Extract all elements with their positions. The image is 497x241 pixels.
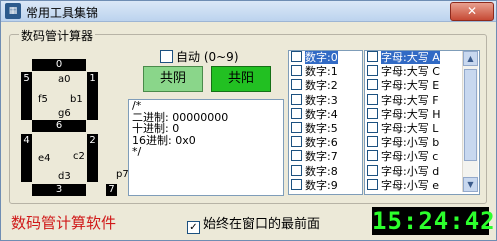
item-checkbox[interactable]	[291, 121, 302, 133]
item-checkbox[interactable]	[367, 136, 378, 148]
segment-a[interactable]: 0	[32, 59, 86, 71]
common-cathode-button[interactable]: 共阴	[143, 66, 203, 92]
item-checkbox[interactable]	[367, 150, 378, 162]
output-line: 十进制: 0	[132, 122, 180, 135]
segment-c-label: c2	[73, 151, 85, 162]
list-item[interactable]: 数字:6	[289, 136, 362, 150]
item-checkbox[interactable]	[291, 178, 302, 190]
item-checkbox[interactable]	[367, 79, 378, 91]
auto-checkbox[interactable]: 自动 (0~9)	[160, 48, 239, 65]
item-checkbox[interactable]	[291, 93, 302, 105]
item-checkbox[interactable]	[367, 107, 378, 119]
close-button[interactable]: ✕	[450, 2, 494, 21]
item-checkbox[interactable]	[291, 164, 302, 176]
segment-p-label: p7	[116, 169, 129, 180]
window-title: 常用工具集锦	[26, 6, 99, 20]
output-line: /*	[132, 99, 142, 112]
segment-c[interactable]: 2	[87, 134, 98, 182]
segment-b[interactable]: 1	[87, 72, 98, 120]
item-checkbox[interactable]	[291, 150, 302, 162]
item-checkbox[interactable]	[367, 51, 378, 62]
item-checkbox[interactable]	[291, 107, 302, 119]
item-checkbox[interactable]	[367, 93, 378, 105]
scroll-up-icon[interactable]: ▲	[463, 51, 478, 66]
segment-d[interactable]: 3	[32, 184, 86, 196]
common-anode-button[interactable]: 共阳	[211, 66, 271, 92]
list-item[interactable]: 数字:9	[289, 178, 362, 193]
segment-d-label: d3	[58, 171, 71, 182]
segment-f[interactable]: 5	[21, 72, 32, 120]
list-item[interactable]: 数字:2	[289, 79, 362, 93]
checkbox-box[interactable]	[160, 50, 173, 63]
main-window: ▦ 常用工具集锦 ✕ 数码管计算器 0 a0 5 f5 1 b1 6 g6 4 …	[0, 0, 497, 241]
item-checkbox[interactable]	[367, 121, 378, 133]
list-item[interactable]: 数字:3	[289, 93, 362, 108]
letters-scrollbar[interactable]: ▲ ▼	[462, 51, 478, 192]
list-item[interactable]: 数字:5	[289, 121, 362, 136]
output-line: */	[132, 145, 142, 158]
item-checkbox[interactable]	[291, 136, 302, 148]
segment-g[interactable]: 6	[32, 120, 86, 132]
always-on-top-label: 始终在窗口的最前面	[203, 217, 321, 232]
calc-icon: ▦	[5, 3, 21, 19]
segment-f-label: f5	[38, 94, 48, 105]
segment-b-label: b1	[70, 94, 83, 105]
segment-p[interactable]: 7	[106, 184, 117, 196]
item-checkbox[interactable]	[367, 65, 378, 77]
group-label: 数码管计算器	[19, 27, 96, 44]
digits-listbox[interactable]: 数字:0 数字:1 数字:2 数字:3 数字:4 数字:5 数字:6 数字:7 …	[288, 50, 363, 195]
item-checkbox[interactable]	[367, 178, 378, 190]
list-item[interactable]: 数字:0	[289, 51, 362, 65]
segment-e-label: e4	[38, 153, 51, 164]
item-checkbox[interactable]	[291, 65, 302, 77]
item-checkbox[interactable]	[367, 164, 378, 176]
segment-e[interactable]: 4	[21, 134, 32, 182]
list-item[interactable]: 数字:8	[289, 164, 362, 179]
code-output-textarea[interactable]: /* 二进制: 00000000 十进制: 0 16进制: 0x0 */	[128, 99, 284, 196]
scroll-down-icon[interactable]: ▼	[463, 177, 478, 192]
segment-a-label: a0	[58, 74, 71, 85]
app-name-label: 数码管计算软件	[11, 214, 117, 232]
list-item[interactable]: 数字:4	[289, 107, 362, 122]
list-item[interactable]: 数字:1	[289, 65, 362, 79]
list-item[interactable]: 数字:7	[289, 150, 362, 164]
item-checkbox[interactable]	[291, 51, 302, 62]
clock-display: 15:24:42	[372, 207, 496, 235]
item-checkbox[interactable]	[291, 79, 302, 91]
always-on-top-checkbox[interactable]: ✓ 始终在窗口的最前面	[187, 213, 320, 234]
scroll-thumb[interactable]	[464, 69, 477, 161]
checkbox-box[interactable]: ✓	[187, 221, 200, 234]
output-line: 16进制: 0x0	[132, 133, 196, 147]
auto-label: 自动 (0~9)	[176, 50, 239, 64]
segment-g-label: g6	[58, 108, 71, 119]
title-bar: ▦ 常用工具集锦 ✕	[1, 1, 496, 22]
